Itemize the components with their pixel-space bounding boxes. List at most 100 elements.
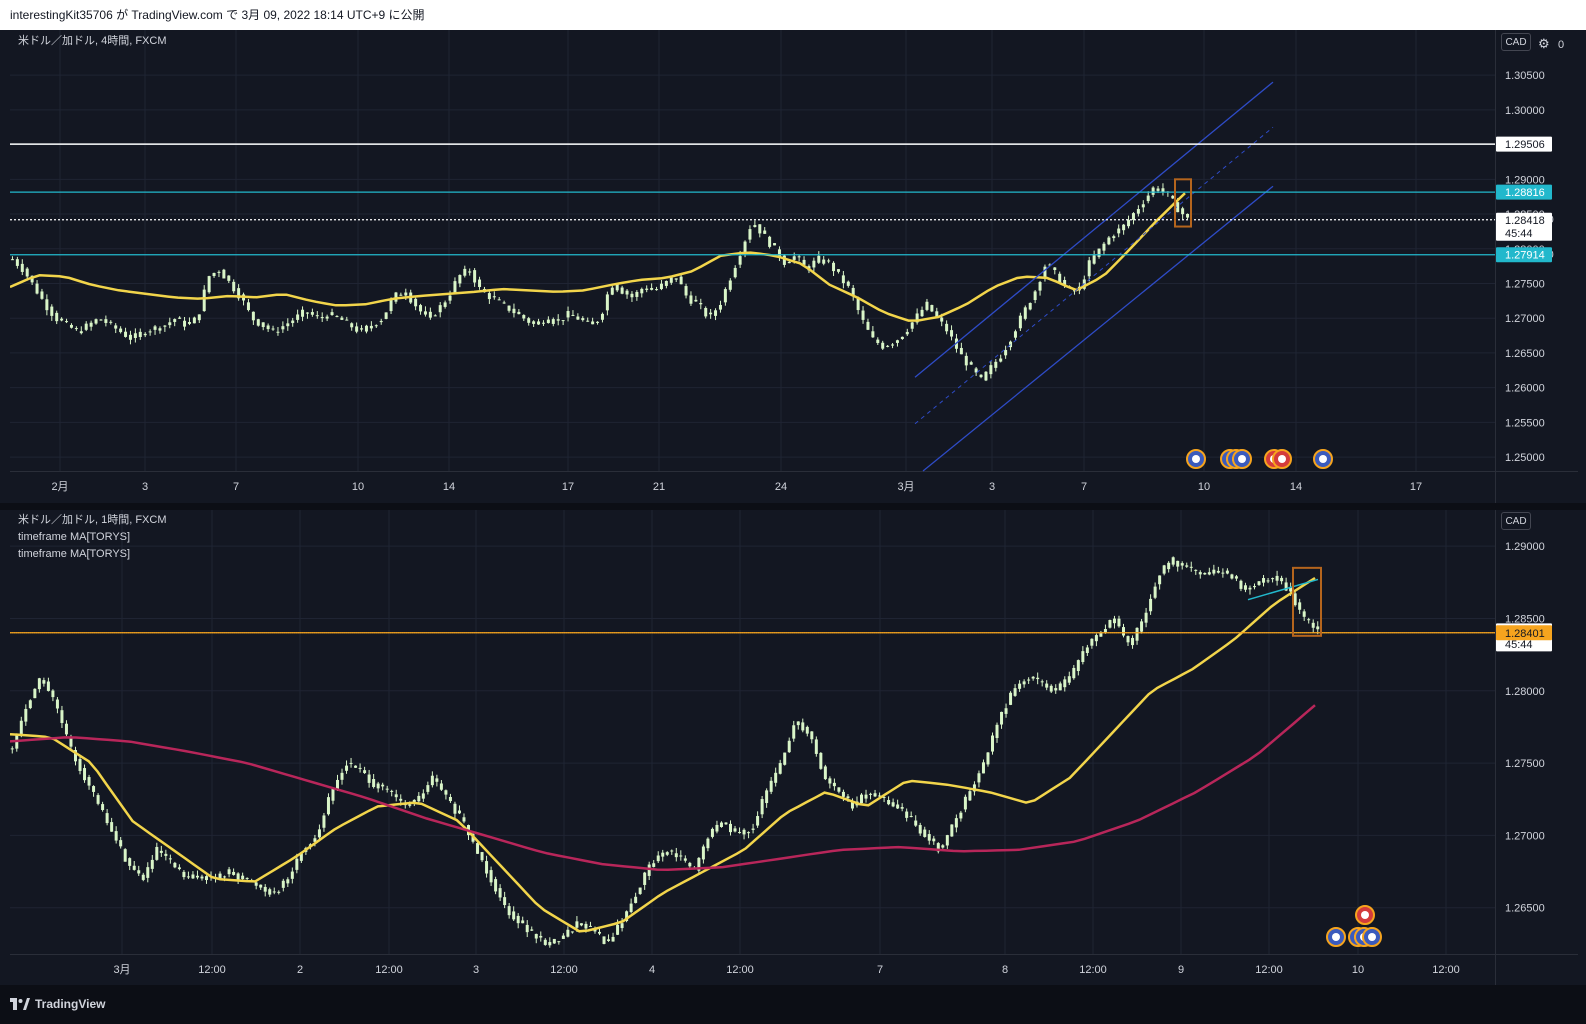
candle[interactable] [374,325,378,327]
candle[interactable] [886,345,890,347]
candle[interactable] [629,903,633,912]
candle[interactable] [45,299,49,311]
candle[interactable] [797,256,801,258]
candle[interactable] [1171,195,1175,199]
candle[interactable] [674,853,678,858]
candle[interactable] [87,777,91,786]
candle[interactable] [616,924,620,935]
candle[interactable] [566,929,570,937]
candle[interactable] [217,271,221,273]
candle[interactable] [1153,586,1157,598]
candle[interactable] [200,876,204,879]
candle[interactable] [541,322,545,324]
candle[interactable] [841,791,845,797]
candle[interactable] [155,846,159,860]
candle[interactable] [787,261,791,264]
candle[interactable] [638,887,642,894]
candle[interactable] [801,722,805,731]
candle[interactable] [295,858,299,870]
candle[interactable] [1239,580,1243,589]
candle[interactable] [945,323,949,332]
candle[interactable] [183,320,187,327]
candle[interactable] [1000,711,1004,725]
candle[interactable] [251,311,255,321]
indicator-label[interactable]: timeframe MA[TORYS] [18,529,167,546]
candle[interactable] [792,256,796,260]
candle[interactable] [132,865,136,870]
candle[interactable] [570,931,574,933]
candle[interactable] [462,817,466,822]
candle[interactable] [1127,219,1131,227]
candle[interactable] [999,358,1003,362]
candle[interactable] [664,280,668,286]
candle[interactable] [1063,679,1067,688]
candle[interactable] [20,263,24,272]
candle[interactable] [497,299,501,301]
candle[interactable] [561,320,565,322]
candle[interactable] [659,283,663,290]
candle[interactable] [349,762,353,764]
candle[interactable] [728,280,732,290]
candle[interactable] [556,319,560,321]
candle[interactable] [579,923,583,926]
candle[interactable] [1023,307,1027,319]
candle[interactable] [930,305,934,312]
candle[interactable] [895,340,899,343]
candle[interactable] [1207,572,1211,575]
candle[interactable] [1253,586,1256,588]
candle[interactable] [689,295,693,304]
candle[interactable] [236,873,240,880]
candle[interactable] [1049,685,1053,692]
candle[interactable] [421,793,425,799]
candle[interactable] [532,321,536,324]
candle[interactable] [1293,593,1297,606]
candle[interactable] [290,871,294,879]
candle[interactable] [119,328,123,333]
candle[interactable] [485,861,489,874]
candle[interactable] [530,929,534,931]
candle[interactable] [512,308,516,314]
candle[interactable] [832,262,836,272]
candle[interactable] [984,371,988,381]
candle[interactable] [1262,578,1266,583]
candle[interactable] [384,312,388,319]
candle[interactable] [192,317,196,324]
candle[interactable] [101,804,105,810]
candle[interactable] [89,322,93,327]
candle[interactable] [64,723,68,735]
candle[interactable] [615,284,619,291]
candle[interactable] [539,935,543,938]
candle[interactable] [765,790,769,804]
candle[interactable] [453,281,457,293]
candle[interactable] [286,879,290,884]
candle[interactable] [417,795,421,802]
candle[interactable] [158,328,162,331]
candle[interactable] [191,874,195,879]
candle[interactable] [710,828,714,837]
candle[interactable] [1036,677,1040,680]
candle[interactable] [620,287,624,294]
candle[interactable] [389,299,393,312]
candle[interactable] [861,310,865,320]
candle[interactable] [1225,570,1229,574]
candle[interactable] [51,690,55,698]
candle[interactable] [661,852,665,857]
candle[interactable] [783,752,787,765]
candle[interactable] [620,923,624,929]
candle[interactable] [65,321,69,323]
candle[interactable] [345,765,349,771]
candle[interactable] [266,325,270,330]
candle[interactable] [1122,627,1125,636]
candle[interactable] [326,797,330,815]
candle[interactable] [581,318,585,321]
candle[interactable] [1136,209,1140,214]
candle[interactable] [602,936,606,944]
candle[interactable] [1094,635,1098,642]
candle[interactable] [205,876,208,881]
chart-4h-svg[interactable]: 1.25000 1.25500 1.26000 1.26500 1.27000 1.275… [10,30,1578,503]
candle[interactable] [69,324,73,328]
candle[interactable] [576,316,580,320]
candle[interactable] [507,305,511,311]
plot-area[interactable] [10,30,1495,471]
candle[interactable] [846,281,850,286]
